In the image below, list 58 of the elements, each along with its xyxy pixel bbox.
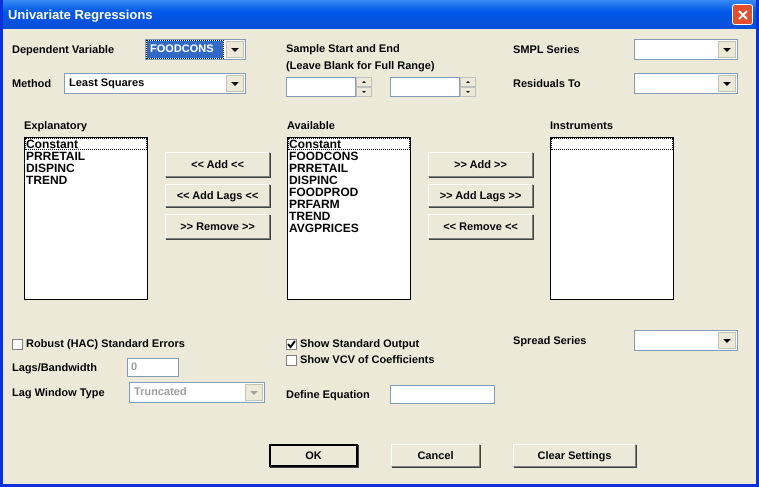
spinner-field[interactable] bbox=[390, 77, 477, 97]
input-field[interactable] bbox=[390, 385, 495, 404]
spread-series-dropdown[interactable] bbox=[634, 330, 738, 351]
smpl-series-dropdown[interactable] bbox=[634, 39, 738, 60]
dropdown-arrow-icon bbox=[723, 338, 731, 342]
list-box[interactable]: Constant FOODCONS PRRETAIL DISPINC FOODPROD PRFARM TREND AVGPRICES bbox=[287, 137, 411, 300]
residuals-dropdown[interactable] bbox=[634, 73, 738, 94]
window-title: Univariate Regressions bbox=[8, 7, 153, 22]
move-button[interactable]: >> Add >> bbox=[428, 152, 533, 177]
hint-text: (Leave Blank for Full Range) bbox=[286, 60, 436, 74]
list-item[interactable]: DISPINC bbox=[25, 162, 147, 174]
field-label: Residuals To bbox=[513, 78, 582, 90]
move-button[interactable]: << Remove << bbox=[428, 214, 533, 239]
dropdown-arrow-icon bbox=[723, 82, 731, 86]
move-button[interactable]: << Add << bbox=[165, 152, 270, 177]
move-button[interactable]: >> Add Lags >> bbox=[428, 184, 533, 207]
list-item[interactable]: PRFARM bbox=[288, 198, 410, 210]
move-button[interactable]: << Add Lags << bbox=[165, 184, 270, 207]
checkbox[interactable]: Robust (HAC) Standard Errors bbox=[12, 336, 286, 352]
close-button[interactable] bbox=[732, 4, 753, 25]
checkmark-icon bbox=[287, 340, 296, 348]
list-item[interactable]: PRRETAIL bbox=[288, 162, 410, 174]
method-dropdown[interactable]: Least Squares bbox=[64, 73, 246, 94]
field-label: Spread Series bbox=[513, 334, 588, 346]
field-label: SMPL Series bbox=[513, 44, 580, 56]
list-item[interactable]: AVGPRICES bbox=[288, 222, 410, 234]
list-item[interactable]: TREND bbox=[288, 210, 410, 222]
list-label: Explanatory bbox=[24, 120, 88, 134]
dialog-button[interactable]: Cancel bbox=[391, 444, 480, 467]
field-label: Lag Window Type bbox=[12, 386, 106, 398]
dialog-button[interactable]: Clear Settings bbox=[513, 444, 636, 467]
dropdown-arrow-icon bbox=[723, 48, 731, 52]
dialog-button[interactable]: OK bbox=[269, 444, 358, 467]
dependent-variable-dropdown[interactable]: FOODCONS bbox=[145, 39, 246, 60]
spinner-field[interactable] bbox=[286, 77, 373, 97]
list-item[interactable]: TREND bbox=[25, 174, 147, 186]
field-label: Method bbox=[12, 78, 52, 90]
checkbox[interactable]: Show VCV of Coefficients bbox=[286, 352, 513, 368]
dropdown-arrow-icon bbox=[231, 48, 239, 52]
dropdown-arrow-icon bbox=[250, 390, 258, 394]
list-label: Instruments bbox=[550, 120, 614, 134]
list-item[interactable]: FOODPROD bbox=[288, 186, 410, 198]
field-label: Define Equation bbox=[286, 388, 371, 400]
list-box[interactable] bbox=[550, 137, 674, 300]
list-item[interactable]: Constant bbox=[25, 138, 147, 150]
field-label: Dependent Variable bbox=[12, 44, 116, 56]
move-button[interactable]: >> Remove >> bbox=[165, 214, 270, 239]
list-item[interactable]: Constant bbox=[288, 138, 410, 150]
list-item[interactable]: PRRETAIL bbox=[25, 150, 147, 162]
close-icon bbox=[736, 8, 748, 20]
dropdown-arrow-icon bbox=[231, 82, 239, 86]
list-item[interactable]: FOODCONS bbox=[288, 150, 410, 162]
field-label: Lags/Bandwidth bbox=[12, 362, 98, 374]
list-label: Available bbox=[287, 120, 336, 134]
list-item[interactable]: DISPINC bbox=[288, 174, 410, 186]
field-label: Sample Start and End bbox=[286, 43, 401, 57]
list-box[interactable]: Constant PRRETAIL DISPINC TREND bbox=[24, 137, 148, 300]
checkbox[interactable]: Show Standard Output bbox=[286, 336, 513, 352]
